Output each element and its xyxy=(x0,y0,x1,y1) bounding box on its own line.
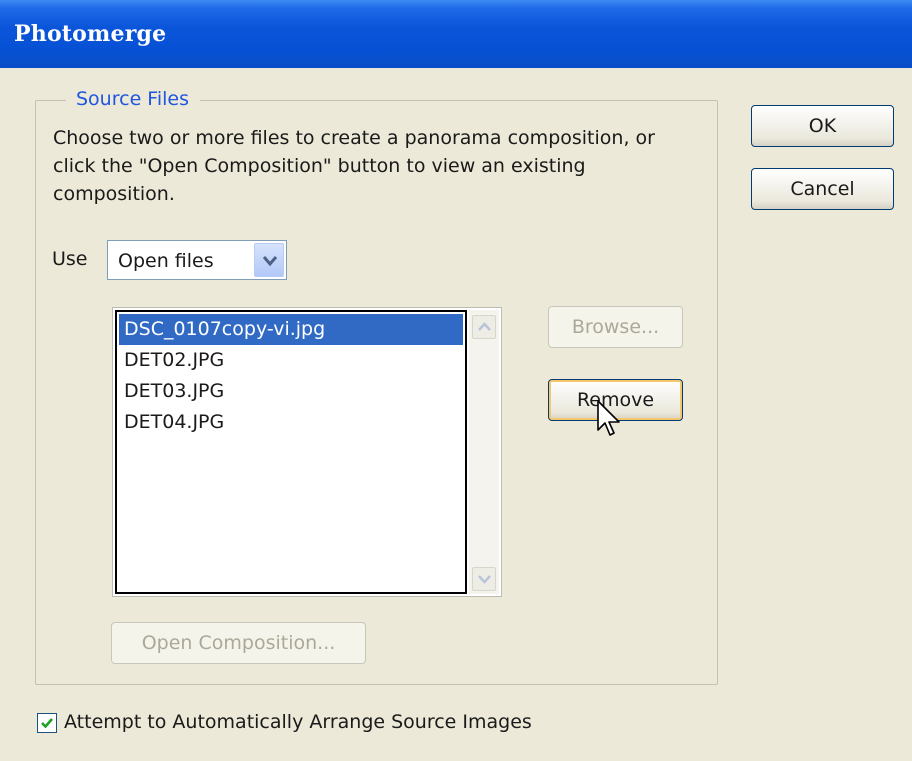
open-composition-button[interactable]: Open Composition... xyxy=(111,622,366,664)
scroll-up-button[interactable] xyxy=(472,315,496,339)
auto-arrange-checkbox[interactable] xyxy=(37,713,57,733)
chevron-down-icon xyxy=(478,575,491,584)
file-list-item[interactable]: DSC_0107copy-vi.jpg xyxy=(119,314,463,345)
open-composition-button-label: Open Composition... xyxy=(141,632,336,654)
use-dropdown[interactable]: Open files xyxy=(107,240,287,280)
file-list-item[interactable]: DET02.JPG xyxy=(119,345,463,376)
file-list-item[interactable]: DET03.JPG xyxy=(119,376,463,407)
window-title: Photomerge xyxy=(14,21,167,47)
use-dropdown-value: Open files xyxy=(118,250,214,272)
auto-arrange-label[interactable]: Attempt to Automatically Arrange Source … xyxy=(64,711,532,733)
cancel-button[interactable]: Cancel xyxy=(751,168,894,210)
chevron-down-icon xyxy=(262,256,278,267)
mouse-pointer-icon xyxy=(597,400,620,436)
chevron-up-icon xyxy=(478,322,491,331)
source-file-list[interactable]: DSC_0107copy-vi.jpg DET02.JPG DET03.JPG … xyxy=(112,307,502,597)
use-label: Use xyxy=(52,248,88,270)
file-list-items: DSC_0107copy-vi.jpg DET02.JPG DET03.JPG … xyxy=(115,310,467,594)
dropdown-arrow-button[interactable] xyxy=(254,243,284,277)
ok-button-label: OK xyxy=(808,115,837,137)
title-bar[interactable]: Photomerge xyxy=(0,0,912,68)
file-list-scrollbar[interactable] xyxy=(469,310,499,594)
photomerge-dialog: Photomerge Source Files Choose two or mo… xyxy=(0,0,912,761)
file-list-item[interactable]: DET04.JPG xyxy=(119,407,463,438)
source-files-description: Choose two or more files to create a pan… xyxy=(53,127,655,205)
browse-button[interactable]: Browse... xyxy=(548,306,683,348)
checkmark-icon xyxy=(41,718,53,729)
cancel-button-label: Cancel xyxy=(790,178,855,200)
ok-button[interactable]: OK xyxy=(751,105,894,147)
source-files-legend: Source Files xyxy=(66,88,200,110)
browse-button-label: Browse... xyxy=(571,316,660,338)
scroll-down-button[interactable] xyxy=(472,567,496,591)
